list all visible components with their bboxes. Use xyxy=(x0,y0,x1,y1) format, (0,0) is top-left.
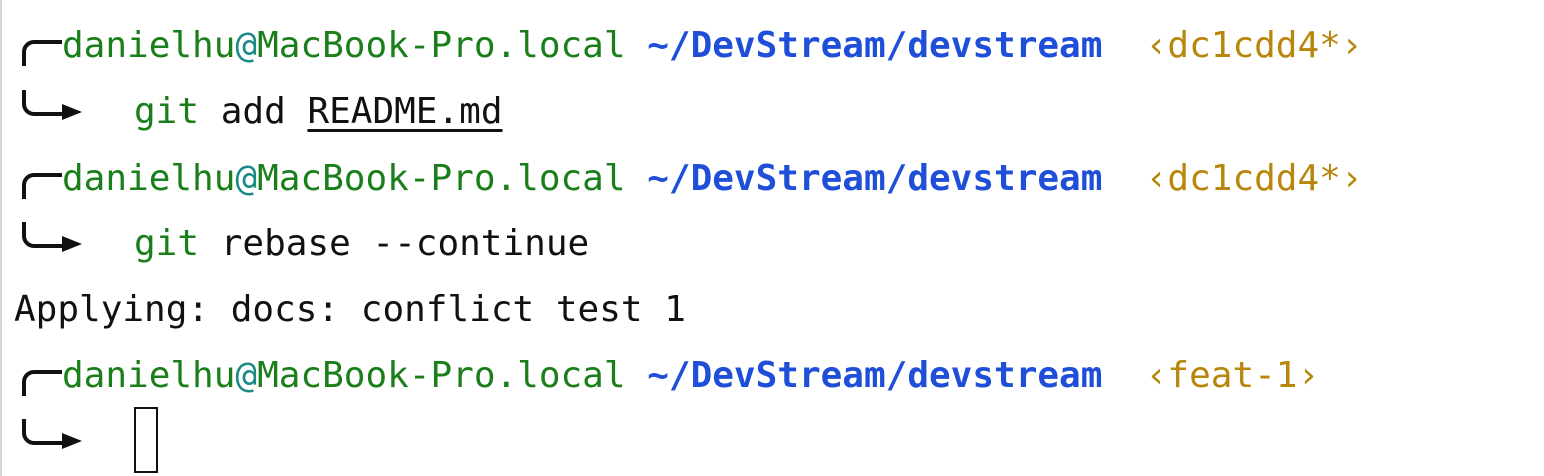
prompt-host: MacBook-Pro.local xyxy=(257,355,626,396)
command-args: add xyxy=(220,91,286,132)
prompt-line: danielhu@MacBook-Pro.local ~/DevStream/d… xyxy=(62,154,1363,204)
command-args: rebase --continue xyxy=(220,223,590,264)
git-branch: ‹dc1cdd4*› xyxy=(1145,25,1363,66)
prompt-path: ~/DevStream/devstream xyxy=(647,158,1103,199)
prompt-host: MacBook-Pro.local xyxy=(257,158,626,199)
prompt-user: danielhu xyxy=(62,355,236,396)
git-branch: ‹feat-1› xyxy=(1145,355,1320,396)
prompt-path: ~/DevStream/devstream xyxy=(647,355,1103,396)
command-name: git xyxy=(134,223,200,264)
prompt-connector-bottom xyxy=(22,419,62,445)
command-name: git xyxy=(134,91,200,132)
command-line: git rebase --continue xyxy=(134,219,589,269)
prompt-user: danielhu xyxy=(62,158,236,199)
prompt-arrow-icon xyxy=(62,104,82,120)
prompt-connector-top xyxy=(22,370,62,396)
prompt-connector-bottom xyxy=(22,222,62,248)
prompt-at: @ xyxy=(235,158,258,199)
terminal-output[interactable]: danielhu@MacBook-Pro.local ~/DevStream/d… xyxy=(0,0,1544,476)
text-cursor[interactable] xyxy=(134,407,158,473)
prompt-arrow-icon xyxy=(62,433,82,449)
command-output: Applying: docs: conflict test 1 xyxy=(14,289,686,330)
command-file-arg: README.md xyxy=(307,91,503,132)
prompt-user: danielhu xyxy=(62,25,236,66)
prompt-at: @ xyxy=(235,25,258,66)
prompt-path: ~/DevStream/devstream xyxy=(647,25,1103,66)
prompt-line: danielhu@MacBook-Pro.local ~/DevStream/d… xyxy=(62,351,1319,401)
prompt-host: MacBook-Pro.local xyxy=(257,25,626,66)
command-line: git add README.md xyxy=(134,87,503,137)
prompt-connector-top xyxy=(22,40,62,66)
prompt-connector-top xyxy=(22,173,62,199)
prompt-connector-bottom xyxy=(22,90,62,116)
prompt-at: @ xyxy=(235,355,258,396)
git-branch: ‹dc1cdd4*› xyxy=(1145,158,1363,199)
prompt-arrow-icon xyxy=(62,236,82,252)
prompt-line: danielhu@MacBook-Pro.local ~/DevStream/d… xyxy=(62,21,1363,71)
